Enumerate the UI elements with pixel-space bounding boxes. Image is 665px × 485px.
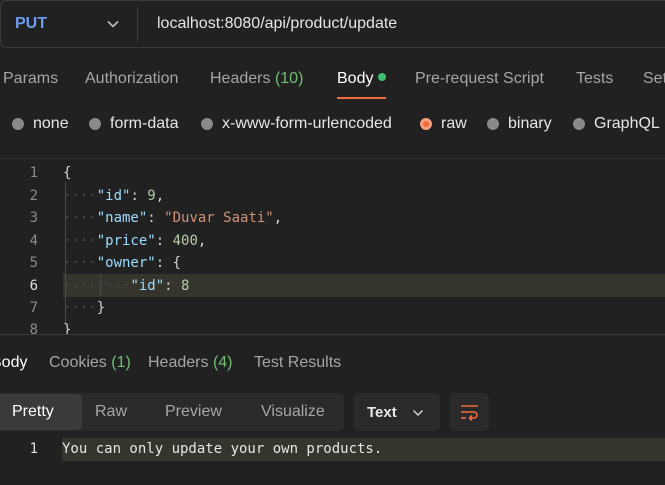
view-pretty-button[interactable]: Pretty xyxy=(12,403,54,421)
tab-settings[interactable]: Set xyxy=(643,70,665,88)
radio-circle-icon xyxy=(12,118,24,130)
tab-response-body[interactable]: Body xyxy=(0,354,27,372)
format-select[interactable]: Text xyxy=(354,393,440,431)
line-number: 5 xyxy=(29,255,38,271)
radio-form-data[interactable]: form-data xyxy=(89,115,178,133)
method-select[interactable]: PUT xyxy=(15,15,47,33)
radio-raw[interactable]: raw xyxy=(420,115,467,133)
url-bar: PUT localhost:8080/api/product/update xyxy=(0,0,665,48)
tab-authorization[interactable]: Authorization xyxy=(85,70,178,88)
radio-binary[interactable]: binary xyxy=(487,115,552,133)
code-line: ····} xyxy=(63,300,106,316)
chevron-down-icon[interactable] xyxy=(106,17,120,31)
code-line: ········"id": 8 xyxy=(63,278,190,294)
line-number: 3 xyxy=(29,210,38,226)
radio-x-www-form-urlencoded[interactable]: x-www-form-urlencoded xyxy=(201,115,392,133)
line-number: 8 xyxy=(29,322,38,338)
radio-selected-icon xyxy=(420,118,432,130)
divider xyxy=(0,158,665,159)
line-number: 1 xyxy=(29,441,38,457)
url-input[interactable]: localhost:8080/api/product/update xyxy=(157,15,397,33)
code-line: ····"price": 400, xyxy=(63,233,207,249)
view-visualize-button[interactable]: Visualize xyxy=(261,403,325,421)
pane-splitter[interactable] xyxy=(0,334,665,335)
radio-none[interactable]: none xyxy=(12,115,69,133)
divider xyxy=(137,7,138,42)
wrap-lines-icon xyxy=(461,405,478,422)
wrap-lines-button[interactable] xyxy=(450,393,489,431)
view-preview-button[interactable]: Preview xyxy=(165,403,222,421)
radio-circle-icon xyxy=(201,118,213,130)
view-raw-button[interactable]: Raw xyxy=(95,403,127,421)
tab-pre-request-script[interactable]: Pre-request Script xyxy=(415,70,544,88)
active-tab-indicator xyxy=(337,97,386,99)
tab-response-headers[interactable]: Headers (4) xyxy=(148,354,233,372)
line-number: 4 xyxy=(29,233,38,249)
code-line: ····"owner": { xyxy=(63,255,182,271)
modified-dot-icon xyxy=(378,72,387,81)
response-text: You can only update your own products. xyxy=(62,441,383,457)
code-line: } xyxy=(63,322,72,334)
line-number: 1 xyxy=(29,165,38,181)
radio-circle-icon xyxy=(573,118,585,130)
radio-graphql[interactable]: GraphQL xyxy=(573,115,660,133)
code-line: { xyxy=(63,165,72,181)
tab-tests[interactable]: Tests xyxy=(576,70,613,88)
radio-circle-icon xyxy=(89,118,101,130)
tab-test-results[interactable]: Test Results xyxy=(254,354,341,372)
tab-params[interactable]: Params xyxy=(3,70,58,88)
tab-headers[interactable]: Headers (10) xyxy=(210,70,303,88)
line-number: 7 xyxy=(29,300,38,316)
chevron-down-icon xyxy=(412,409,424,417)
tab-cookies[interactable]: Cookies (1) xyxy=(49,354,131,372)
format-select-label: Text xyxy=(367,404,397,421)
radio-circle-icon xyxy=(487,118,499,130)
code-line: ····"id": 9, xyxy=(63,188,165,204)
line-number: 2 xyxy=(29,188,38,204)
line-number: 6 xyxy=(29,278,38,294)
code-line: ····"name": "Duvar Saati", xyxy=(63,210,283,226)
tab-body[interactable]: Body xyxy=(337,70,387,88)
